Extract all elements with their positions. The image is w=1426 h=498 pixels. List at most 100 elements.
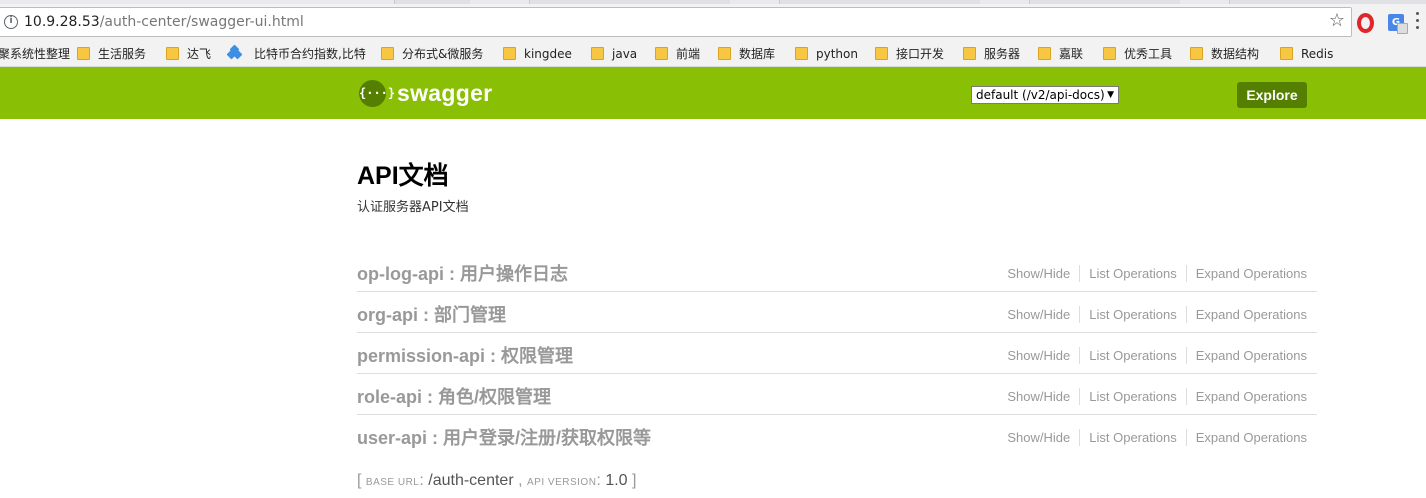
open-bracket: [ (357, 472, 362, 489)
bookmark-item[interactable]: 前端 (655, 45, 700, 63)
swagger-header: {···} swagger default (/v2/api-docs) ▼ E… (0, 67, 1426, 119)
info-icon[interactable]: i (4, 15, 18, 29)
show-hide-link[interactable]: Show/Hide (1007, 388, 1081, 405)
base-url-label: base url (365, 477, 420, 488)
resource-row: permission-api : 权限管理 Show/Hide List Oper… (357, 333, 1317, 374)
opera-extension-icon[interactable] (1357, 13, 1374, 33)
resource-list: op-log-api : 用户操作日志 Show/Hide List Operat… (357, 251, 1317, 456)
url-text[interactable]: 10.9.28.53/auth-center/swagger-ui.html (24, 14, 304, 30)
expand-operations-link[interactable]: Expand Operations (1187, 388, 1307, 405)
url-host: 10.9.28.53 (24, 14, 100, 30)
bookmark-label: 数据结构 (1211, 47, 1260, 61)
folder-icon (963, 47, 976, 60)
spec-url-select[interactable]: default (/v2/api-docs) ▼ (971, 86, 1119, 104)
resource-row: role-api : 角色/权限管理 Show/Hide List Operati… (357, 374, 1317, 415)
explore-button[interactable]: Explore (1237, 82, 1307, 108)
resource-ops: Show/Hide List Operations Expand Operation… (1007, 347, 1307, 364)
bookmark-star-icon[interactable]: ☆ (1329, 11, 1345, 31)
spec-url-selected: default (/v2/api-docs) (976, 88, 1105, 102)
folder-icon (1038, 47, 1051, 60)
bookmark-item[interactable]: 数据结构 (1190, 45, 1259, 63)
list-operations-link[interactable]: List Operations (1080, 265, 1187, 282)
bookmark-item[interactable]: 分布式&微服务 (381, 45, 483, 63)
resource-name-link[interactable]: permission-api : 权限管理 (357, 342, 573, 368)
resource-name-link[interactable]: role-api : 角色/权限管理 (357, 383, 551, 409)
folder-icon (1103, 47, 1116, 60)
folder-icon (77, 47, 90, 60)
list-operations-link[interactable]: List Operations (1080, 429, 1187, 446)
bookmark-item[interactable]: kingdee (503, 45, 572, 63)
bookmark-label: 前端 (676, 47, 701, 61)
browser-menu-icon[interactable] (1416, 12, 1420, 32)
bookmark-item[interactable]: 优秀工具 (1103, 45, 1172, 63)
api-version-value: 1.0 (605, 472, 628, 489)
bookmark-label: 数据库 (739, 47, 776, 61)
bookmark-item[interactable]: java (591, 45, 637, 63)
list-operations-link[interactable]: List Operations (1080, 306, 1187, 323)
resource-ops: Show/Hide List Operations Expand Operation… (1007, 429, 1307, 446)
bookmark-label: 接口开发 (896, 47, 945, 61)
folder-icon (1190, 47, 1203, 60)
folder-icon (795, 47, 808, 60)
swagger-logo-icon[interactable]: {···} (359, 80, 395, 107)
folder-icon (718, 47, 731, 60)
bookmark-label: 优秀工具 (1124, 47, 1173, 61)
folder-icon (1280, 47, 1293, 60)
bookmark-item[interactable]: 服务器 (963, 45, 1020, 63)
resource-ops: Show/Hide List Operations Expand Operation… (1007, 306, 1307, 323)
bookmark-item[interactable]: 数据库 (718, 45, 775, 63)
separator: , (518, 472, 523, 489)
page-title: API文档 (357, 162, 449, 190)
folder-icon (503, 47, 516, 60)
base-url-value: /auth-center (428, 472, 514, 489)
bookmark-item[interactable]: 嘉联 (1038, 45, 1083, 63)
resource-name-link[interactable]: user-api : 用户登录/注册/获取权限等 (357, 424, 651, 450)
diamond-icon (226, 44, 243, 60)
swagger-logo-text[interactable]: swagger (397, 80, 492, 107)
expand-operations-link[interactable]: Expand Operations (1187, 429, 1307, 446)
translate-extension-icon[interactable]: G (1388, 14, 1408, 34)
folder-icon (591, 47, 604, 60)
resource-row: org-api : 部门管理 Show/Hide List Operations E… (357, 292, 1317, 333)
bookmark-item[interactable]: 接口开发 (875, 45, 944, 63)
bookmark-item[interactable]: 比特币合约指数,比特 (226, 44, 366, 63)
bookmark-label: 分布式&微服务 (402, 47, 484, 61)
bookmark-item[interactable]: 聚系统性整理 (0, 45, 70, 63)
close-bracket: ] (632, 472, 637, 489)
bookmark-item[interactable]: 达飞 (166, 45, 211, 63)
api-version-label: api version (527, 477, 597, 488)
folder-icon (655, 47, 668, 60)
bookmark-label: Redis (1301, 47, 1334, 61)
bookmark-item[interactable]: python (795, 45, 858, 63)
bookmark-item[interactable]: 生活服务 (77, 45, 146, 63)
expand-operations-link[interactable]: Expand Operations (1187, 347, 1307, 364)
resource-name-link[interactable]: op-log-api : 用户操作日志 (357, 260, 568, 286)
resource-name-link[interactable]: org-api : 部门管理 (357, 301, 506, 327)
show-hide-link[interactable]: Show/Hide (1007, 306, 1081, 323)
bookmark-label: python (816, 47, 858, 61)
bookmark-label: 聚系统性整理 (0, 47, 71, 61)
url-path: /auth-center/swagger-ui.html (99, 14, 304, 30)
url-field[interactable]: i 10.9.28.53/auth-center/swagger-ui.html… (0, 7, 1352, 37)
expand-operations-link[interactable]: Expand Operations (1187, 306, 1307, 323)
resource-row: user-api : 用户登录/注册/获取权限等 Show/Hide List O… (357, 415, 1317, 456)
dropdown-arrow-icon: ▼ (1107, 90, 1114, 100)
base-url-footer: [ base url: /auth-center , api version: … (357, 472, 637, 489)
bookmark-item[interactable]: Redis (1280, 45, 1333, 63)
bookmark-label: 比特币合约指数,比特 (254, 47, 366, 61)
list-operations-link[interactable]: List Operations (1080, 388, 1187, 405)
show-hide-link[interactable]: Show/Hide (1007, 265, 1081, 282)
resource-ops: Show/Hide List Operations Expand Operation… (1007, 388, 1307, 405)
folder-icon (381, 47, 394, 60)
resource-ops: Show/Hide List Operations Expand Operation… (1007, 265, 1307, 282)
bookmark-label: 达飞 (187, 47, 212, 61)
show-hide-link[interactable]: Show/Hide (1007, 429, 1081, 446)
show-hide-link[interactable]: Show/Hide (1007, 347, 1081, 364)
bookmark-label: 嘉联 (1059, 47, 1084, 61)
bookmark-label: java (612, 47, 638, 61)
bookmark-label: kingdee (524, 47, 572, 61)
folder-icon (875, 47, 888, 60)
list-operations-link[interactable]: List Operations (1080, 347, 1187, 364)
expand-operations-link[interactable]: Expand Operations (1187, 265, 1307, 282)
bookmarks-bar: 聚系统性整理 生活服务 达飞 比特币合约指数,比特 分布式&微服务 kingde… (0, 41, 1426, 67)
